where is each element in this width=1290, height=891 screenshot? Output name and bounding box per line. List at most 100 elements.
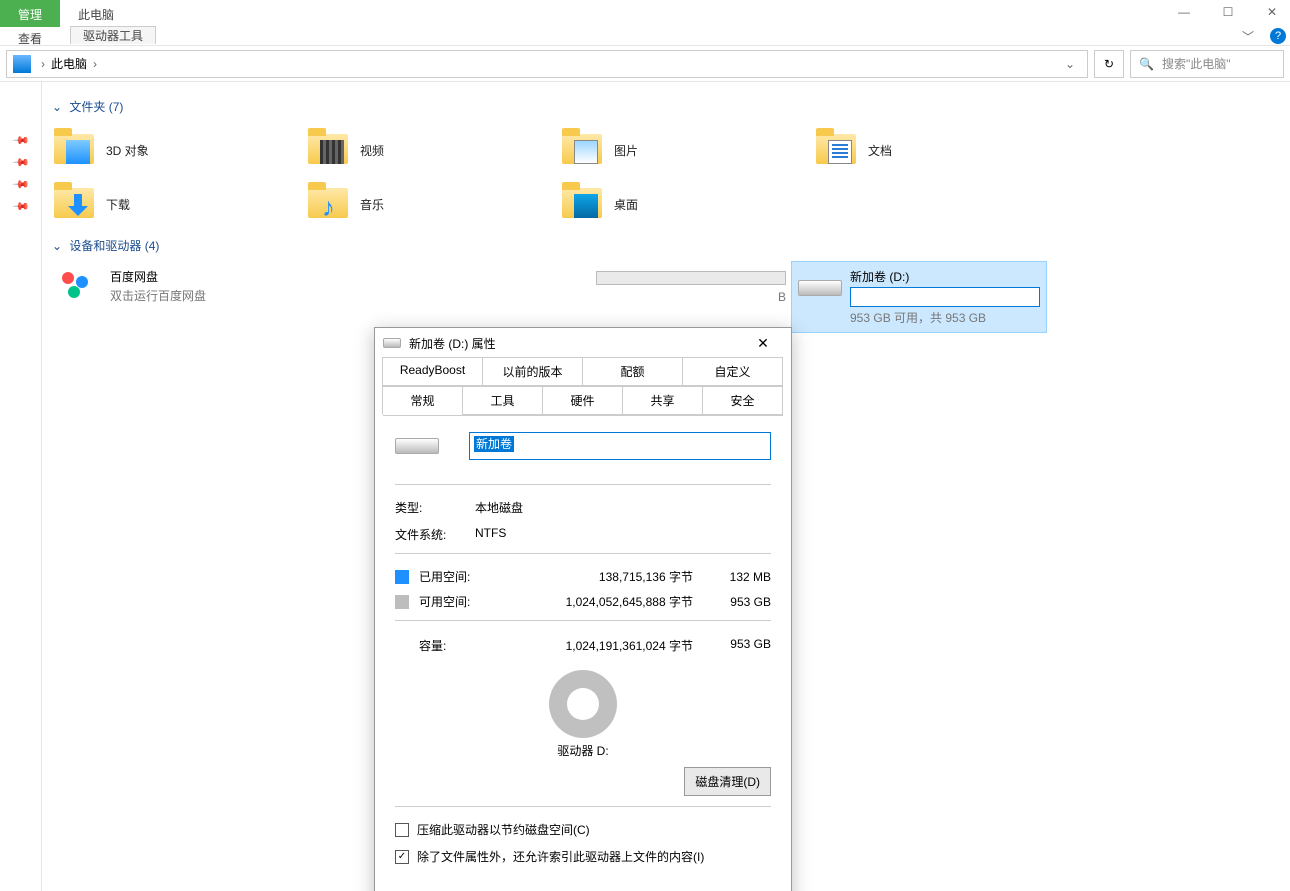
nav-sidebar: 📌 📌 📌 📌: [0, 82, 42, 891]
this-pc-icon: [13, 55, 31, 73]
address-bar-row: › 此电脑 › ⌄ ↻ 🔍 搜索"此电脑": [0, 46, 1290, 82]
properties-dialog: 新加卷 (D:) 属性 ✕ ReadyBoost以前的版本配额自定义 常规工具硬…: [374, 327, 792, 891]
folder-item[interactable]: 3D 对象: [48, 123, 302, 177]
dialog-tab[interactable]: 配额: [582, 357, 683, 386]
device-subtitle: 双击运行百度网盘: [110, 287, 206, 304]
device-subtitle: B: [778, 290, 786, 304]
free-color-icon: [395, 595, 409, 609]
address-bar[interactable]: › 此电脑 › ⌄: [6, 50, 1088, 78]
folder-label: 图片: [614, 142, 638, 159]
this-pc-tab[interactable]: 此电脑: [60, 0, 132, 27]
folder-item[interactable]: 下载: [48, 177, 302, 231]
folders-group-header[interactable]: ⌄ 文件夹 (7): [48, 92, 1280, 123]
ribbon-collapse-icon[interactable]: ﹀: [1242, 28, 1254, 45]
index-checkbox[interactable]: ✓: [395, 850, 409, 864]
capacity-hr: 953 GB: [715, 637, 771, 654]
search-input[interactable]: 🔍 搜索"此电脑": [1130, 50, 1284, 78]
device-drive-d[interactable]: 新加卷 (D:) 953 GB 可用，共 953 GB: [792, 262, 1046, 332]
capacity-label: 容量:: [395, 637, 493, 654]
used-color-icon: [395, 570, 409, 584]
device-drive-hidden[interactable]: B: [302, 262, 792, 332]
type-label: 类型:: [395, 499, 475, 516]
content-area: ⌄ 文件夹 (7) 3D 对象 视频 图片 文档下载 音乐 桌面 ⌄ 设备和驱动器 (4)…: [42, 82, 1290, 891]
manage-tab[interactable]: 管理: [0, 0, 60, 27]
folder-label: 视频: [360, 142, 384, 159]
folder-label: 3D 对象: [106, 142, 149, 159]
folder-icon: [306, 130, 354, 170]
breadcrumb-sep: ›: [41, 57, 45, 71]
device-baidu[interactable]: 百度网盘 双击运行百度网盘: [48, 262, 302, 332]
free-hr: 953 GB: [715, 595, 771, 609]
drive-label: 驱动器 D:: [395, 742, 771, 759]
compress-label: 压缩此驱动器以节约磁盘空间(C): [417, 821, 590, 838]
dialog-tab[interactable]: 安全: [702, 386, 783, 415]
device-subtitle: 953 GB 可用，共 953 GB: [850, 309, 1040, 326]
ribbon: 管理 此电脑 查看 驱动器工具 — ☐ ✕ ﹀ ?: [0, 0, 1290, 46]
folder-icon: [306, 184, 354, 224]
dialog-tab[interactable]: 共享: [622, 386, 703, 415]
dialog-close-button[interactable]: ✕: [743, 329, 783, 357]
breadcrumb-sep: ›: [93, 57, 97, 71]
folder-item[interactable]: 音乐: [302, 177, 556, 231]
dialog-tab[interactable]: 自定义: [682, 357, 783, 386]
devices-header-label: 设备和驱动器 (4): [69, 239, 159, 253]
folder-label: 桌面: [614, 196, 638, 213]
view-tab[interactable]: 查看: [18, 30, 42, 47]
help-icon[interactable]: ?: [1270, 28, 1286, 44]
fs-value: NTFS: [475, 526, 506, 543]
drive-rename-input[interactable]: [850, 287, 1040, 307]
close-window-button[interactable]: ✕: [1260, 0, 1284, 24]
drive-icon: [395, 438, 439, 454]
address-dropdown-icon[interactable]: ⌄: [1059, 57, 1081, 71]
folder-icon: [814, 130, 862, 170]
dialog-titlebar[interactable]: 新加卷 (D:) 属性 ✕: [375, 328, 791, 358]
folder-icon: [52, 130, 100, 170]
breadcrumb-this-pc[interactable]: 此电脑: [51, 55, 87, 72]
dialog-tab[interactable]: 工具: [462, 386, 543, 415]
chevron-down-icon: ⌄: [52, 100, 62, 114]
used-label: 已用空间:: [419, 568, 493, 585]
folder-label: 文档: [868, 142, 892, 159]
baidu-icon: [54, 268, 102, 308]
folder-icon: [52, 184, 100, 224]
devices-group-header[interactable]: ⌄ 设备和驱动器 (4): [48, 231, 1280, 262]
dialog-title: 新加卷 (D:) 属性: [409, 335, 496, 352]
refresh-button[interactable]: ↻: [1094, 50, 1124, 78]
dialog-tab[interactable]: 以前的版本: [482, 357, 583, 386]
pin-icon[interactable]: 📌: [11, 131, 31, 151]
minimize-button[interactable]: —: [1172, 0, 1196, 24]
maximize-button[interactable]: ☐: [1216, 0, 1240, 24]
pin-icon[interactable]: 📌: [11, 175, 31, 195]
disk-cleanup-button[interactable]: 磁盘清理(D): [684, 767, 771, 796]
device-title: 百度网盘: [110, 268, 206, 285]
dialog-tab[interactable]: 硬件: [542, 386, 623, 415]
fs-label: 文件系统:: [395, 526, 475, 543]
compress-checkbox[interactable]: [395, 823, 409, 837]
folders-header-label: 文件夹 (7): [69, 100, 123, 114]
drive-icon: [798, 268, 842, 308]
drive-tools-tab[interactable]: 驱动器工具: [70, 26, 156, 44]
drive-icon: [383, 338, 401, 348]
type-value: 本地磁盘: [475, 499, 523, 516]
search-placeholder: 搜索"此电脑": [1162, 55, 1231, 72]
folder-icon: [560, 184, 608, 224]
capacity-bytes: 1,024,191,361,024 字节: [493, 637, 693, 654]
pin-icon[interactable]: 📌: [11, 153, 31, 173]
folder-item[interactable]: 文档: [810, 123, 1064, 177]
folder-label: 音乐: [360, 196, 384, 213]
search-icon: 🔍: [1139, 57, 1154, 71]
free-label: 可用空间:: [419, 593, 493, 610]
folder-item[interactable]: 视频: [302, 123, 556, 177]
dialog-tab[interactable]: 常规: [382, 386, 463, 415]
device-title: 新加卷 (D:): [850, 268, 1040, 285]
folder-item[interactable]: 图片: [556, 123, 810, 177]
used-hr: 132 MB: [715, 570, 771, 584]
free-bytes: 1,024,052,645,888 字节: [493, 593, 693, 610]
folder-icon: [560, 130, 608, 170]
folder-item[interactable]: 桌面: [556, 177, 810, 231]
drive-usage-bar: [596, 271, 786, 285]
dialog-tab[interactable]: ReadyBoost: [382, 357, 483, 386]
volume-name-input[interactable]: 新加卷: [469, 432, 771, 460]
pin-icon[interactable]: 📌: [11, 197, 31, 217]
used-bytes: 138,715,136 字节: [493, 568, 693, 585]
